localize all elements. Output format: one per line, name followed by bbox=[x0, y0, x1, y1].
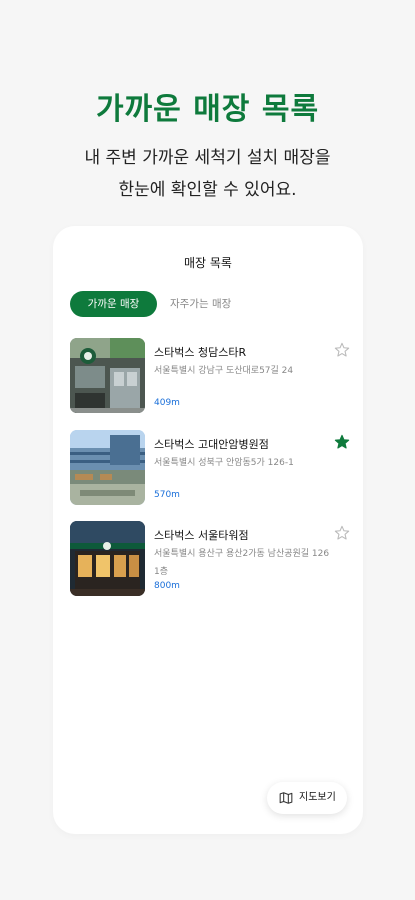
store-name: 스타벅스 서울타워점 bbox=[154, 529, 249, 542]
store-thumbnail bbox=[70, 521, 145, 596]
store-address: 서울특별시 성북구 안암동5가 126-1 bbox=[154, 458, 294, 468]
store-name: 스타벅스 청담스타R bbox=[154, 346, 247, 359]
store-distance: 409m bbox=[154, 398, 180, 408]
subtext-line-1: 내 주변 가까운 세척기 설치 매장을 bbox=[84, 148, 331, 168]
subtext: 내 주변 가까운 세척기 설치 매장을 한눈에 확인할 수 있어요. bbox=[0, 142, 415, 206]
store-address: 서울특별시 강남구 도산대로57길 24 bbox=[154, 366, 294, 376]
map-icon bbox=[279, 792, 293, 804]
store-distance: 570m bbox=[154, 490, 180, 500]
subtext-line-2: 한눈에 확인할 수 있어요. bbox=[118, 180, 297, 200]
store-list-card: 매장 목록 가까운 매장 자주가는 매장 스타벅스 청담스타R 서울특별시 강남… bbox=[53, 226, 363, 834]
tab-nearby-stores[interactable]: 가까운 매장 bbox=[70, 291, 157, 317]
store-address: 서울특별시 용산구 용산2가동 남산공원길 126 1층 bbox=[154, 549, 330, 577]
store-thumbnail bbox=[70, 338, 145, 413]
store-list-item[interactable]: 스타벅스 서울타워점 서울특별시 용산구 용산2가동 남산공원길 126 1층 … bbox=[70, 521, 350, 597]
store-list-item[interactable]: 스타벅스 청담스타R 서울특별시 강남구 도산대로57길 24 409m bbox=[70, 338, 350, 414]
store-name: 스타벅스 고대안암병원점 bbox=[154, 438, 269, 451]
map-view-label: 지도보기 bbox=[299, 792, 336, 803]
store-distance: 800m bbox=[154, 581, 180, 591]
store-thumbnail bbox=[70, 430, 145, 505]
store-list-item[interactable]: 스타벅스 고대안암병원점 서울특별시 성북구 안암동5가 126-1 570m bbox=[70, 430, 350, 506]
favorite-star-icon[interactable] bbox=[334, 434, 350, 450]
tab-frequent-stores[interactable]: 자주가는 매장 bbox=[170, 291, 231, 317]
map-view-button[interactable]: 지도보기 bbox=[267, 782, 347, 814]
headline: 가까운 매장 목록 bbox=[95, 92, 320, 127]
card-title: 매장 목록 bbox=[184, 256, 232, 270]
favorite-star-icon[interactable] bbox=[334, 525, 350, 541]
favorite-star-icon[interactable] bbox=[334, 342, 350, 358]
